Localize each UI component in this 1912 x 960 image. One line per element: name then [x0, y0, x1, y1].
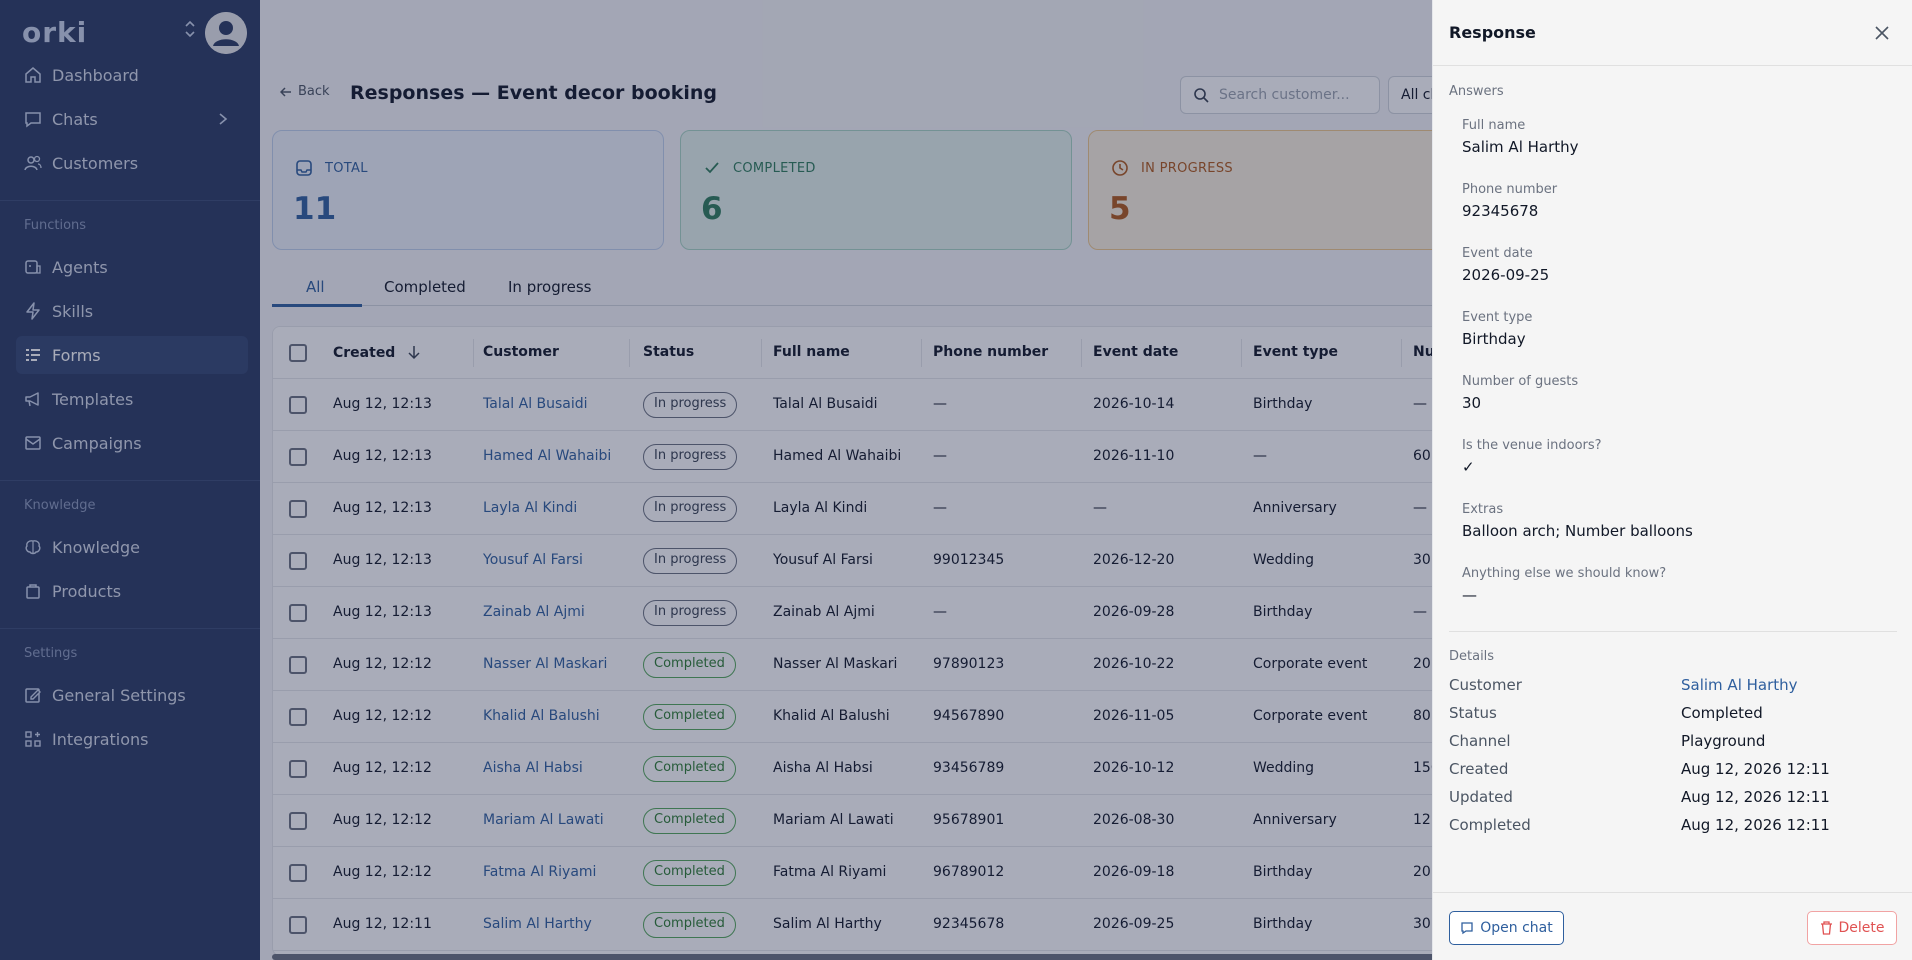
- drawer-divider: [1449, 631, 1897, 632]
- detail-key: Completed: [1449, 816, 1531, 834]
- trash-icon: [1820, 921, 1832, 935]
- detail-key: Updated: [1449, 788, 1513, 806]
- detail-key: Created: [1449, 760, 1509, 778]
- answer-label: Number of guests: [1462, 374, 1579, 389]
- detail-value: Completed: [1681, 704, 1763, 722]
- chat-icon: [1461, 922, 1473, 935]
- details-section-label: Details: [1449, 649, 1495, 664]
- answer-value: ✓: [1462, 458, 1475, 476]
- answer-label: Extras: [1462, 502, 1504, 517]
- response-drawer: Response Answers Full name Salim Al Harth…: [1432, 0, 1912, 960]
- detail-key: Status: [1449, 704, 1497, 722]
- answer-label: Full name: [1462, 118, 1526, 133]
- close-icon[interactable]: [1871, 22, 1893, 44]
- answer-value: Salim Al Harthy: [1462, 138, 1579, 156]
- answer-value: 30: [1462, 394, 1482, 412]
- answer-label: Event date: [1462, 246, 1533, 261]
- detail-value: Aug 12, 2026 12:11: [1681, 788, 1830, 806]
- open-chat-label: Open chat: [1480, 920, 1553, 936]
- detail-value: Playground: [1681, 732, 1766, 750]
- answer-label: Phone number: [1462, 182, 1558, 197]
- modal-backdrop[interactable]: [0, 0, 1432, 960]
- answer-value: 2026-09-25: [1462, 266, 1550, 284]
- detail-key: Customer: [1449, 676, 1522, 694]
- drawer-title: Response: [1449, 23, 1536, 42]
- answer-value: —: [1462, 586, 1477, 604]
- open-chat-button[interactable]: Open chat: [1449, 911, 1564, 945]
- delete-button[interactable]: Delete: [1807, 911, 1897, 945]
- answer-value: 92345678: [1462, 202, 1539, 220]
- answers-section-label: Answers: [1449, 84, 1504, 99]
- answer-label: Anything else we should know?: [1462, 566, 1667, 581]
- customer-link[interactable]: Salim Al Harthy: [1681, 676, 1798, 694]
- answer-label: Event type: [1462, 310, 1533, 325]
- drawer-header: Response: [1433, 0, 1912, 66]
- delete-label: Delete: [1838, 920, 1885, 936]
- drawer-footer: Open chat Delete: [1433, 892, 1912, 960]
- detail-key: Channel: [1449, 732, 1511, 750]
- detail-value: Aug 12, 2026 12:11: [1681, 760, 1830, 778]
- answer-value: Birthday: [1462, 330, 1526, 348]
- answer-value: Balloon arch; Number balloons: [1462, 522, 1693, 540]
- answer-label: Is the venue indoors?: [1462, 438, 1602, 453]
- detail-value: Aug 12, 2026 12:11: [1681, 816, 1830, 834]
